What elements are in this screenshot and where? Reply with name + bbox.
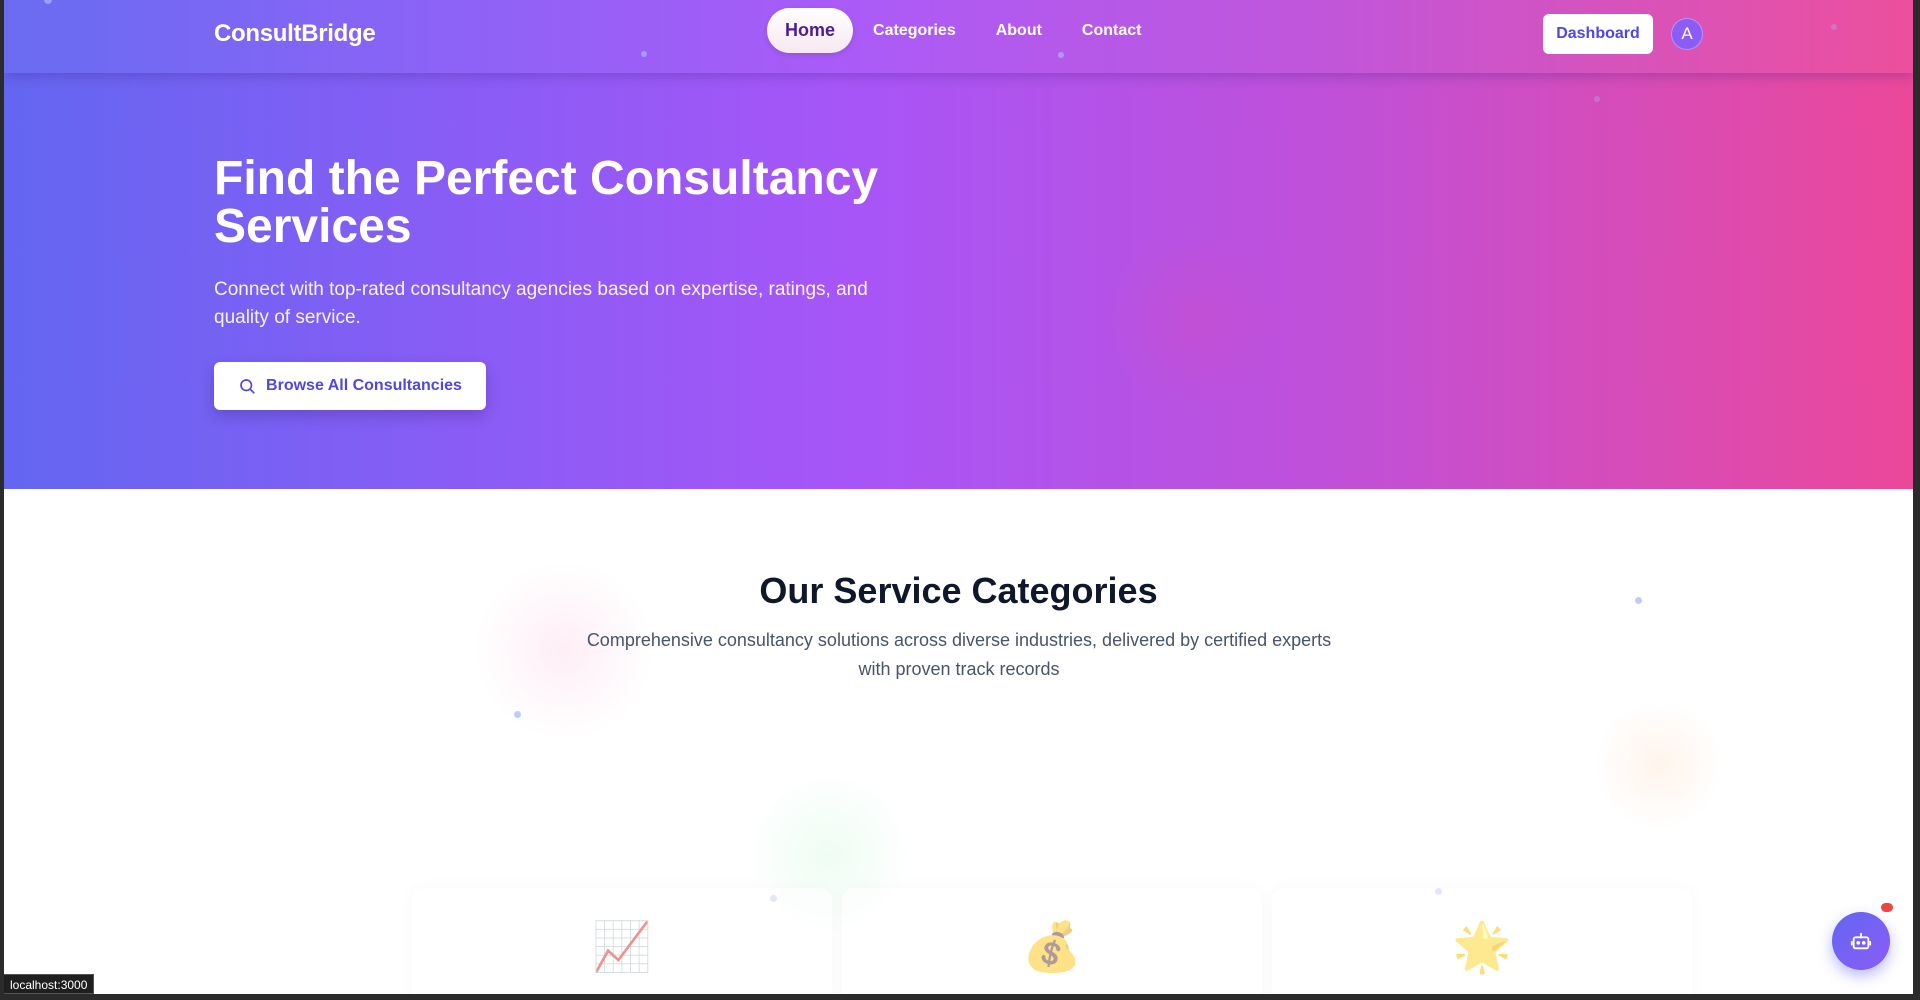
service-card[interactable]: 🌟 — [1272, 888, 1692, 994]
chat-notification-badge — [1878, 900, 1896, 915]
decor-dot — [514, 711, 521, 718]
nav-link-categories[interactable]: Categories — [853, 10, 976, 52]
services-subtitle: Comprehensive consultancy solutions acro… — [586, 630, 1332, 679]
brand-logo[interactable]: ConsultBridge — [214, 20, 376, 48]
service-card[interactable]: 📈 — [412, 888, 832, 994]
decor-dot — [1594, 96, 1600, 102]
nav-link-home[interactable]: Home — [767, 8, 854, 53]
nav-link-about[interactable]: About — [976, 10, 1062, 52]
chart-increasing-icon: 📈 — [592, 921, 652, 974]
hero-section: ConsultBridge Home Categories About Cont… — [4, 0, 1913, 489]
hero-title: Find the Perfect Consultancy Services — [214, 152, 879, 253]
robot-icon — [1850, 932, 1872, 950]
window-bottom-edge — [0, 994, 1920, 1000]
chat-assistant-button[interactable] — [1832, 912, 1890, 970]
nav-links: Home Categories About Contact — [767, 8, 1161, 53]
dashboard-button[interactable]: Dashboard — [1543, 14, 1653, 54]
user-avatar[interactable]: A — [1671, 18, 1703, 50]
money-bag-icon: 💰 — [1022, 921, 1082, 974]
hero-subtitle: Connect with top-rated consultancy agenc… — [214, 279, 868, 328]
nav-link-contact[interactable]: Contact — [1062, 10, 1162, 52]
browser-viewport: ConsultBridge Home Categories About Cont… — [4, 0, 1913, 994]
service-card[interactable]: 💰 — [842, 888, 1262, 994]
window-scrollbar[interactable] — [1913, 0, 1920, 1000]
glowing-star-icon: 🌟 — [1452, 921, 1512, 974]
browse-consultancies-button[interactable]: Browse All Consultancies — [214, 362, 486, 410]
service-cards: 📈 💰 🌟 — [412, 888, 1692, 994]
search-icon — [240, 379, 255, 394]
browse-button-label: Browse All Consultancies — [266, 377, 462, 394]
services-title: Our Service Categories — [759, 570, 1158, 611]
decor-blob — [1594, 700, 1724, 830]
hero-glow — [1104, 230, 1284, 410]
top-navbar: ConsultBridge Home Categories About Cont… — [4, 0, 1913, 73]
status-bar-url: localhost:3000 — [4, 974, 95, 994]
